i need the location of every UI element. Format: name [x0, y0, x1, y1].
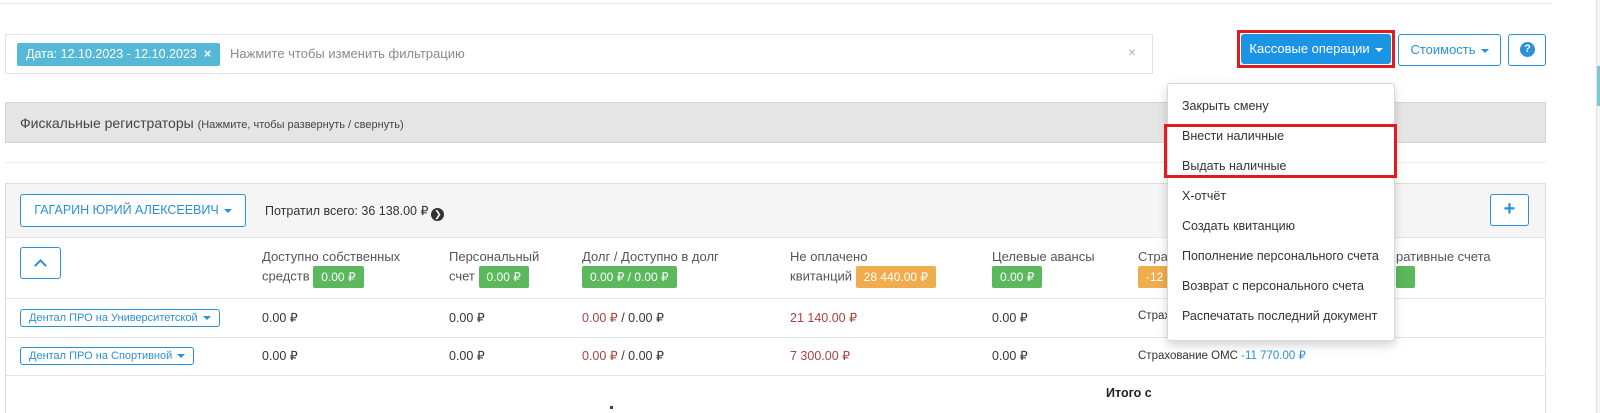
col-target-line1: Целевые авансы	[992, 249, 1095, 264]
cost-label: Стоимость	[1410, 42, 1476, 57]
filter-bar[interactable]: Дата: 12.10.2023 - 12.10.2023 × Нажмите ч…	[5, 34, 1153, 74]
personal-badge: 0.00 ₽	[478, 266, 529, 288]
col-target-advances: Целевые авансы 0.00 ₽	[992, 248, 1095, 288]
col-personal-line1: Персональный	[449, 249, 540, 264]
col-debt: Долг / Доступно в долг 0.00 ₽ / 0.00 ₽	[582, 248, 719, 288]
highlight-frame-cash-button	[1237, 30, 1395, 68]
clinic-name: Дентал ПРО на Спортивной	[29, 350, 173, 362]
filter-placeholder[interactable]: Нажмите чтобы изменить фильтрацию	[230, 46, 465, 61]
total-spent: Потратил всего: 36 138.00 ₽ ❯	[265, 203, 445, 221]
menu-item-refund-personal[interactable]: Возврат с персонального счета	[1182, 279, 1364, 293]
clear-filter-icon[interactable]: ×	[1128, 44, 1136, 60]
row-unpaid: 7 300.00 ₽	[790, 349, 851, 363]
fiscal-registrators-title: Фискальные регистраторы (Нажмите, чтобы …	[20, 115, 404, 131]
col-own-funds-line1: Доступно собственных	[262, 249, 401, 264]
add-button[interactable]: +	[1490, 194, 1529, 226]
patient-select-button[interactable]: ГАГАРИН ЮРИЙ АЛЕКСЕЕВИЧ	[20, 194, 246, 227]
debt-badge: 0.00 ₽ / 0.00 ₽	[582, 266, 677, 288]
total-spent-text: Потратил всего: 36 138.00 ₽	[265, 204, 429, 218]
row-debt-value: 0.00 ₽	[582, 311, 618, 325]
date-filter-label: Дата: 12.10.2023 - 12.10.2023	[26, 47, 197, 61]
row-debt: 0.00 ₽ / 0.00 ₽	[582, 310, 664, 325]
row-debt-available: / 0.00 ₽	[617, 349, 664, 363]
row-insurance-label: Страхование ОМС	[1138, 350, 1242, 362]
row-insurance: Страхование ОМС -11 770.00 ₽	[1138, 348, 1306, 362]
fiscal-toggle-hint: (Нажмите, чтобы развернуть / свернуть)	[197, 119, 404, 131]
col-own-funds-line2: средств	[262, 268, 310, 284]
clinic-name: Дентал ПРО на Университетской	[29, 312, 198, 324]
date-filter-tag[interactable]: Дата: 12.10.2023 - 12.10.2023 ×	[17, 43, 221, 66]
info-circle-icon[interactable]: ❯	[431, 208, 445, 221]
row-target: 0.00 ₽	[992, 349, 1028, 363]
caret-down-icon	[1480, 48, 1489, 53]
col-corporate: ративные счета	[1396, 248, 1491, 288]
patient-name: ГАГАРИН ЮРИЙ АЛЕКСЕЕВИЧ	[34, 203, 219, 217]
help-button[interactable]: ?	[1508, 34, 1546, 66]
target-badge: 0.00 ₽	[992, 266, 1043, 288]
col-unpaid-line1: Не оплачено	[790, 249, 868, 264]
row-insurance: Страх	[1138, 310, 1171, 322]
row-divider	[6, 375, 1545, 376]
caret-down-icon	[177, 354, 186, 359]
col-corporate-line1: ративные счета	[1396, 249, 1491, 264]
row-own-funds: 0.00 ₽	[262, 311, 298, 325]
menu-item-x-report[interactable]: X-отчёт	[1182, 189, 1226, 203]
col-personal-account: Персональный счет 0.00 ₽	[449, 248, 539, 288]
fiscal-title-text: Фискальные регистраторы	[20, 115, 194, 131]
col-debt-line1: Долг / Доступно в долг	[582, 249, 719, 264]
caret-down-icon	[202, 316, 211, 321]
menu-item-print-last[interactable]: Распечатать последний документ	[1182, 309, 1377, 323]
row-target: 0.00 ₽	[992, 311, 1028, 325]
col-unpaid: Не оплачено квитанций 28 440.00 ₽	[790, 248, 937, 288]
total-label: Итого с	[1106, 386, 1152, 400]
col-own-funds: Доступно собственных средств 0.00 ₽	[262, 248, 400, 288]
row-own-funds: 0.00 ₽	[262, 349, 298, 363]
clinic-select-button[interactable]: Дентал ПРО на Спортивной	[20, 347, 195, 365]
row-insurance-value[interactable]: -11 770.00 ₽	[1241, 350, 1306, 362]
remove-filter-icon[interactable]: ×	[204, 47, 211, 61]
text-fragment	[610, 406, 613, 409]
question-circle-icon: ?	[1520, 42, 1535, 57]
top-border	[0, 0, 1552, 4]
row-personal: 0.00 ₽	[449, 311, 485, 325]
unpaid-badge: 28 440.00 ₽	[855, 266, 937, 288]
chevron-up-icon	[34, 259, 47, 272]
scrollbar-track[interactable]	[1596, 0, 1600, 413]
menu-item-topup-personal[interactable]: Пополнение персонального счета	[1182, 249, 1379, 263]
cost-button[interactable]: Стоимость	[1398, 34, 1501, 66]
highlight-frame-menu-items	[1164, 124, 1397, 178]
row-debt: 0.00 ₽ / 0.00 ₽	[582, 348, 664, 363]
menu-item-close-shift[interactable]: Закрыть смену	[1182, 99, 1269, 113]
row-personal: 0.00 ₽	[449, 349, 485, 363]
corporate-badge	[1396, 266, 1416, 288]
col-personal-line2: счет	[449, 268, 475, 284]
cash-operations-menu: Закрыть смену Внести наличные Выдать нал…	[1167, 83, 1395, 341]
row-debt-value: 0.00 ₽	[582, 349, 618, 363]
menu-item-create-receipt[interactable]: Создать квитанцию	[1182, 219, 1295, 233]
collapse-button[interactable]	[20, 247, 61, 279]
row-unpaid: 21 140.00 ₽	[790, 311, 858, 325]
caret-down-icon	[223, 208, 232, 213]
row-debt-available: / 0.00 ₽	[617, 311, 664, 325]
clinic-select-button[interactable]: Дентал ПРО на Университетской	[20, 309, 220, 327]
own-funds-badge: 0.00 ₽	[313, 266, 364, 288]
col-unpaid-line2: квитанций	[790, 268, 853, 284]
